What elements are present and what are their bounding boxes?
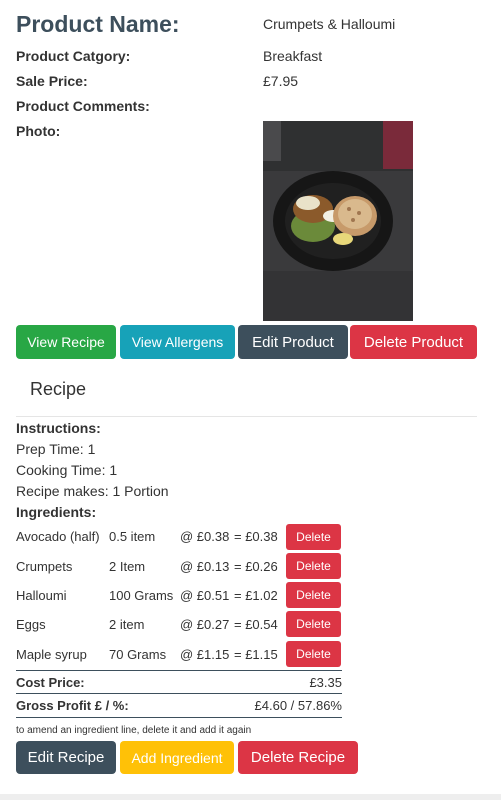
cost-price-label: Cost Price: xyxy=(16,675,85,690)
cooking-time: Cooking Time: 1 xyxy=(16,462,118,478)
amend-note: to amend an ingredient line, delete it a… xyxy=(16,725,252,736)
delete-ingredient-button[interactable]: Delete xyxy=(286,641,341,667)
instructions-label: Instructions: xyxy=(16,420,101,436)
ingredient-qty: 0.5 item xyxy=(109,529,156,544)
prep-time: Prep Time: 1 xyxy=(16,441,96,457)
totals-divider-bottom xyxy=(16,717,342,718)
ingredient-qty: 2 item xyxy=(109,617,145,632)
product-photo-image xyxy=(263,121,413,321)
ingredient-name: Halloumi xyxy=(16,588,67,603)
ingredient-total: = £1.02 xyxy=(234,588,278,603)
ingredient-total: = £1.15 xyxy=(234,647,278,662)
ingredient-total: = £0.26 xyxy=(234,559,278,574)
ingredient-total: = £0.38 xyxy=(234,529,278,544)
ingredient-total: = £0.54 xyxy=(234,617,278,632)
product-comments-label: Product Comments: xyxy=(16,98,150,114)
delete-product-button[interactable]: Delete Product xyxy=(350,325,477,359)
ingredient-unit-price: @ £0.38 xyxy=(180,529,230,544)
view-recipe-button[interactable]: View Recipe xyxy=(16,325,116,359)
product-name-value: Crumpets & Halloumi xyxy=(263,16,396,32)
product-name-label: Product Name: xyxy=(16,11,180,37)
sale-price-label: Sale Price: xyxy=(16,73,88,89)
ingredient-unit-price: @ £1.15 xyxy=(180,647,230,662)
photo-label: Photo: xyxy=(16,123,61,139)
divider xyxy=(16,416,477,417)
product-category-label: Product Catgory: xyxy=(16,48,131,64)
delete-recipe-button[interactable]: Delete Recipe xyxy=(238,741,358,774)
add-ingredient-button[interactable]: Add Ingredient xyxy=(120,741,234,774)
ingredients-label: Ingredients: xyxy=(16,504,97,520)
cost-price-value: £3.35 xyxy=(309,675,342,690)
delete-ingredient-button[interactable]: Delete xyxy=(286,524,341,550)
ingredient-qty: 70 Grams xyxy=(109,647,167,662)
delete-ingredient-button[interactable]: Delete xyxy=(286,582,341,608)
ingredient-name: Maple syrup xyxy=(16,647,87,662)
ingredient-qty: 2 Item xyxy=(109,559,146,574)
ingredient-unit-price: @ £0.13 xyxy=(180,559,230,574)
sale-price-value: £7.95 xyxy=(263,73,299,89)
ingredient-unit-price: @ £0.51 xyxy=(180,588,230,603)
recipe-makes: Recipe makes: 1 Portion xyxy=(16,483,169,499)
ingredient-qty: 100 Grams xyxy=(109,588,174,603)
page-footer-band xyxy=(0,794,501,800)
delete-ingredient-button[interactable]: Delete xyxy=(286,611,341,637)
totals-divider-mid xyxy=(16,693,342,694)
ingredient-name: Crumpets xyxy=(16,559,73,574)
ingredient-name: Eggs xyxy=(16,617,46,632)
totals-divider-top xyxy=(16,670,342,671)
product-category-value: Breakfast xyxy=(263,48,323,64)
ingredient-name: Avocado (half) xyxy=(16,529,100,544)
recipe-heading: Recipe xyxy=(30,379,87,399)
product-photo xyxy=(263,121,413,321)
gross-profit-value: £4.60 / 57.86% xyxy=(254,698,342,713)
gross-profit-label: Gross Profit £ / %: xyxy=(16,698,129,713)
delete-ingredient-button[interactable]: Delete xyxy=(286,553,341,579)
edit-product-button[interactable]: Edit Product xyxy=(238,325,348,359)
edit-recipe-button[interactable]: Edit Recipe xyxy=(16,741,116,774)
view-allergens-button[interactable]: View Allergens xyxy=(120,325,235,359)
ingredient-unit-price: @ £0.27 xyxy=(180,617,230,632)
